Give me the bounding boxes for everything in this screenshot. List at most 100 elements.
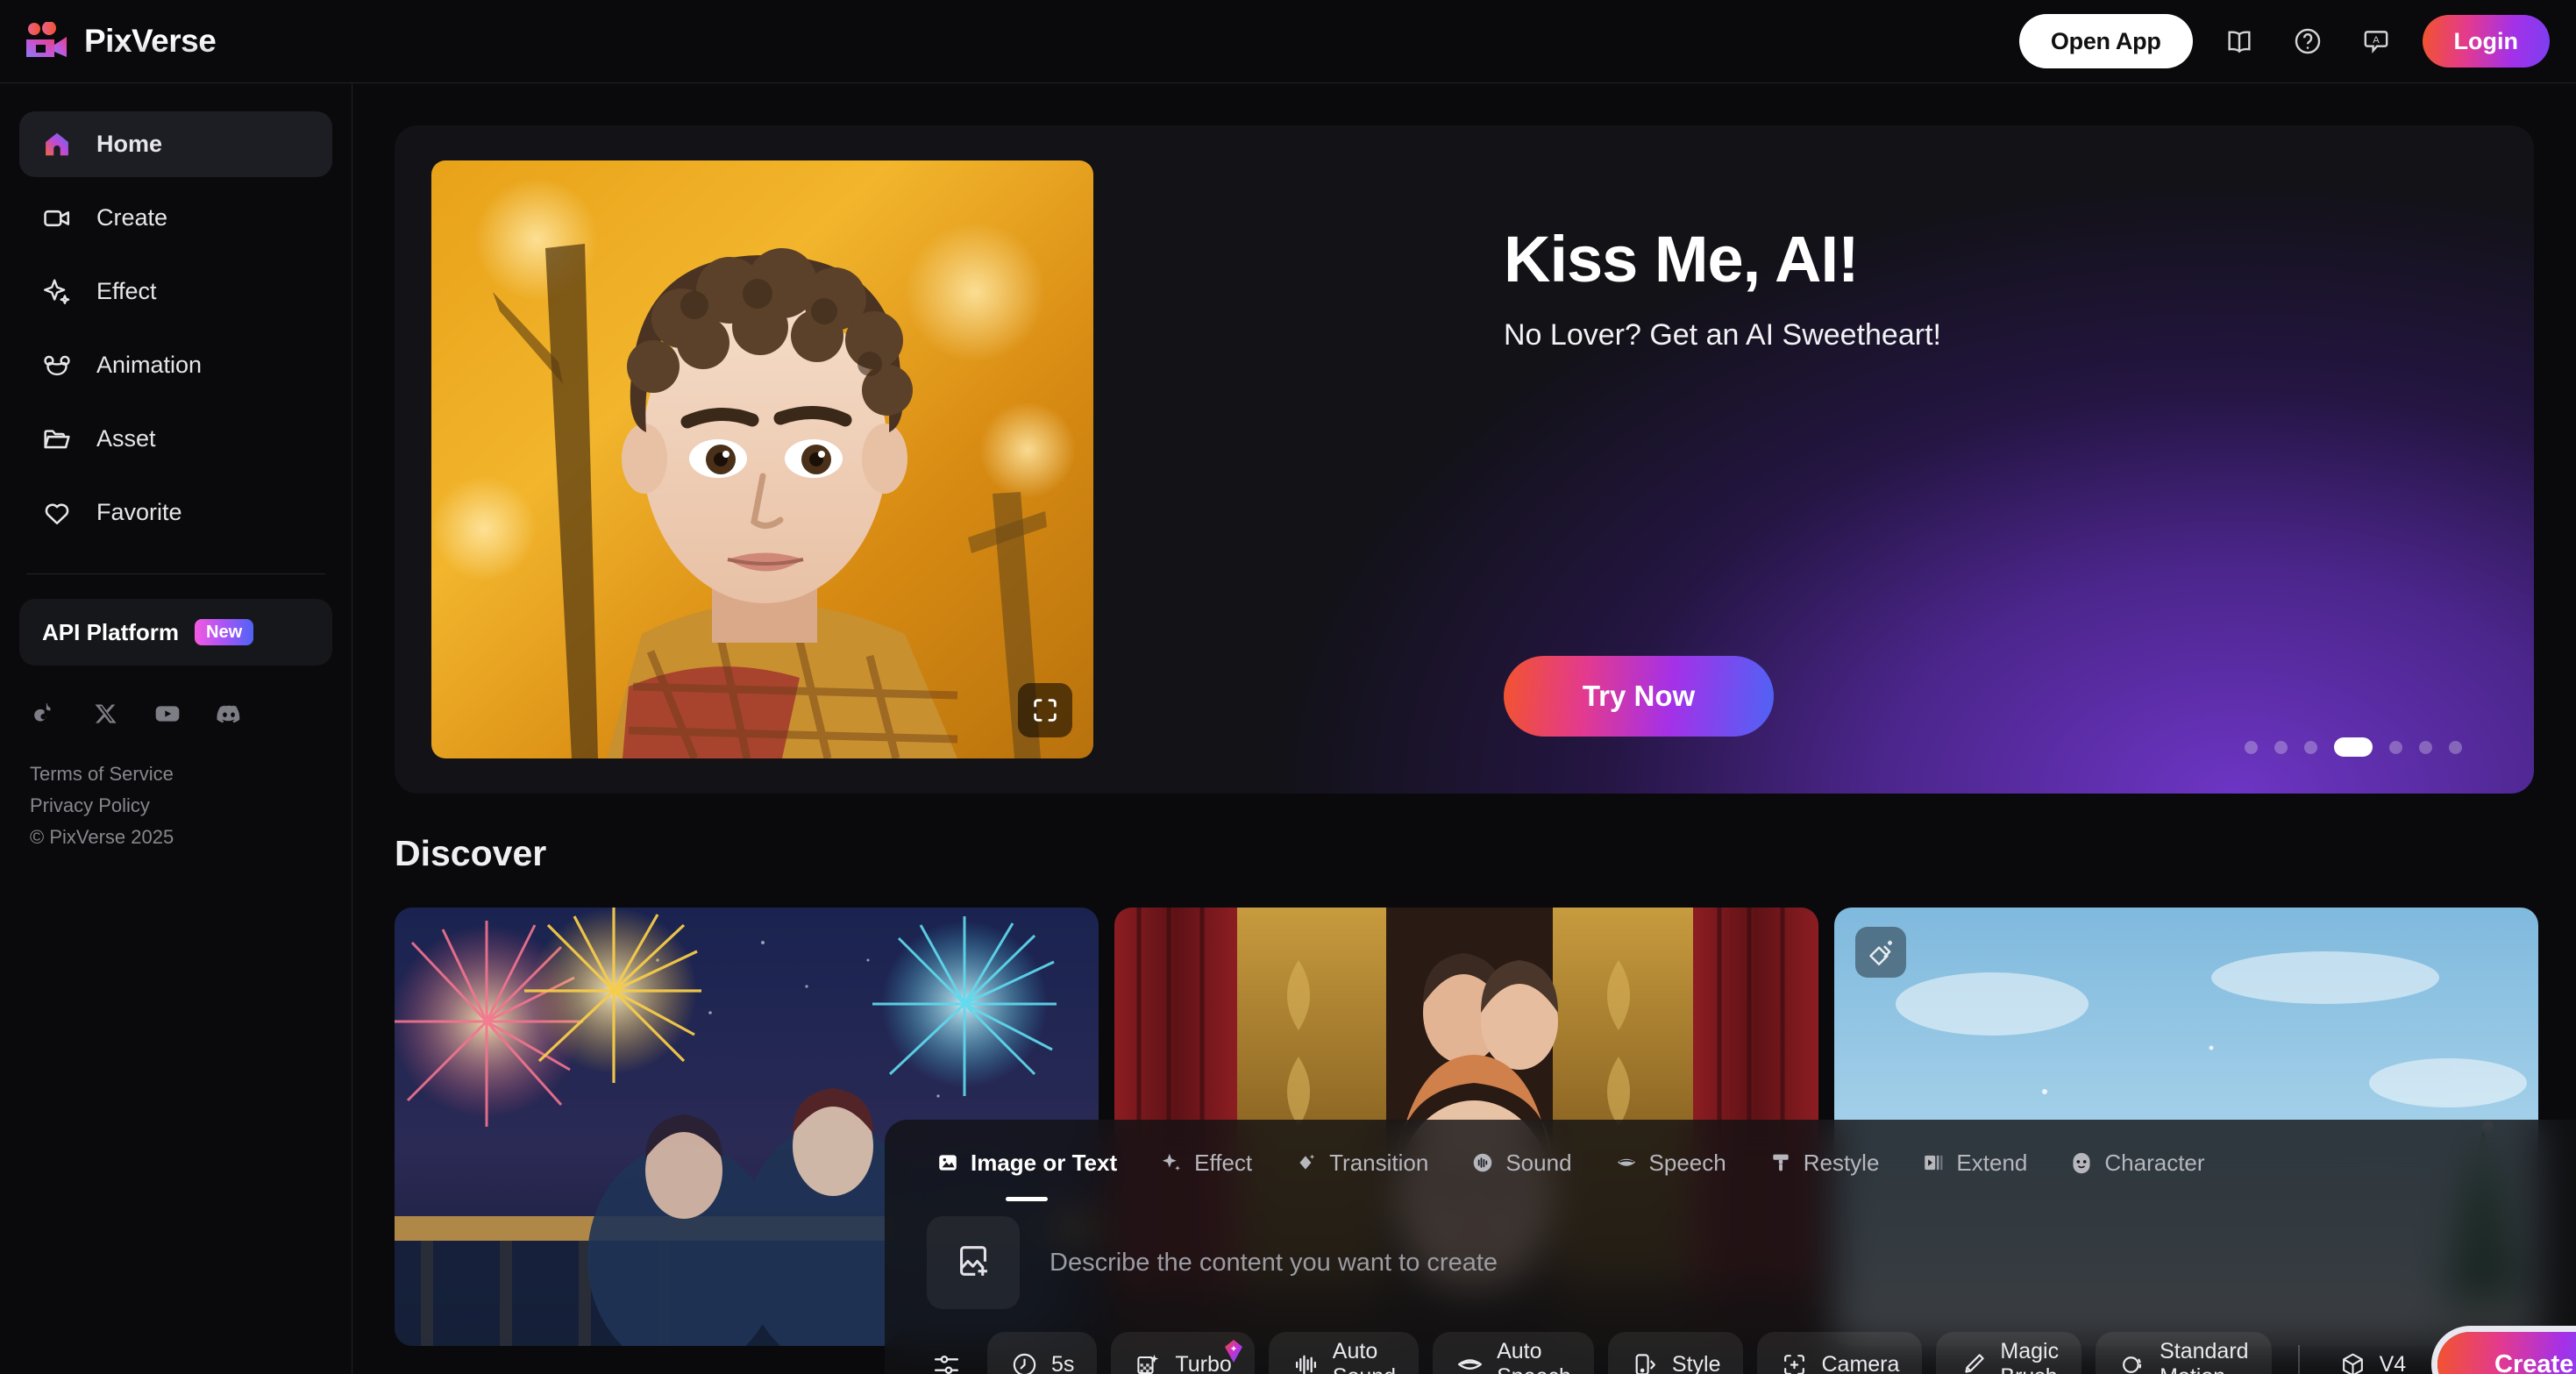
style-icon bbox=[1631, 1350, 1660, 1374]
transition-badge-icon bbox=[1855, 927, 1906, 978]
pixverse-app: PixVerse Open App A Login Home Create Ef… bbox=[0, 0, 2576, 1374]
settings-sliders-icon bbox=[932, 1350, 961, 1374]
carousel-dot[interactable] bbox=[2304, 740, 2317, 754]
x-icon[interactable] bbox=[91, 699, 121, 729]
duration-label: 5s bbox=[1051, 1351, 1075, 1374]
sidebar-item-favorite[interactable]: Favorite bbox=[19, 480, 332, 545]
new-badge: New bbox=[195, 619, 254, 645]
face-icon bbox=[2069, 1150, 2094, 1175]
main-content: Kiss Me, AI! No Lover? Get an AI Sweethe… bbox=[353, 83, 2576, 1374]
tab-character[interactable]: Character bbox=[2048, 1136, 2225, 1190]
create-button[interactable]: Create bbox=[2437, 1332, 2576, 1374]
language-icon[interactable]: A bbox=[2354, 19, 2398, 63]
tab-label: Restyle bbox=[1803, 1149, 1880, 1176]
waveform-circle-icon bbox=[1470, 1150, 1495, 1175]
sidebar-item-asset[interactable]: Asset bbox=[19, 406, 332, 472]
pixverse-logo-icon bbox=[25, 21, 70, 61]
help-icon[interactable] bbox=[2286, 19, 2330, 63]
sidebar-divider bbox=[26, 573, 325, 574]
sidebar-item-label: Effect bbox=[96, 278, 157, 304]
prompt-row bbox=[914, 1216, 2576, 1309]
carousel-dot[interactable] bbox=[2389, 740, 2402, 754]
carousel-dot-active[interactable] bbox=[2334, 737, 2373, 757]
camera-button[interactable]: Camera bbox=[1757, 1332, 1923, 1374]
tab-label: Sound bbox=[1505, 1149, 1572, 1176]
tiktok-icon[interactable] bbox=[30, 699, 60, 729]
tab-image-or-text[interactable]: Image or Text bbox=[914, 1136, 1138, 1190]
sound-wave-icon bbox=[1292, 1350, 1320, 1374]
discord-icon[interactable] bbox=[214, 699, 244, 729]
tab-label: Extend bbox=[1956, 1149, 2028, 1176]
brand-name: PixVerse bbox=[84, 23, 217, 59]
style-button[interactable]: Style bbox=[1607, 1332, 1744, 1374]
login-button[interactable]: Login bbox=[2422, 15, 2550, 68]
header-actions: Open App A Login bbox=[2018, 14, 2550, 68]
add-image-icon bbox=[953, 1241, 993, 1285]
create-toolbar: 5s Turbo Auto Auto Style Camera Magic St… bbox=[914, 1332, 2576, 1374]
camera-label: Camera bbox=[1821, 1351, 1900, 1374]
upload-image-button[interactable] bbox=[927, 1216, 1020, 1309]
sparkle-icon bbox=[1159, 1150, 1184, 1175]
tab-restyle[interactable]: Restyle bbox=[1747, 1136, 1901, 1190]
sidebar-item-effect[interactable]: Effect bbox=[19, 259, 332, 324]
copyright-text: © PixVerse 2025 bbox=[30, 826, 174, 848]
duration-button[interactable]: 5s bbox=[987, 1332, 1098, 1374]
sidebar-item-create[interactable]: Create bbox=[19, 185, 332, 251]
brand[interactable]: PixVerse bbox=[25, 21, 217, 61]
open-app-button[interactable]: Open App bbox=[2018, 14, 2193, 68]
discover-heading: Discover bbox=[395, 833, 547, 873]
carousel-dot[interactable] bbox=[2245, 740, 2258, 754]
tab-transition[interactable]: Transition bbox=[1273, 1136, 1449, 1190]
toolbar-divider bbox=[2297, 1345, 2300, 1374]
tab-extend[interactable]: Extend bbox=[1900, 1136, 2048, 1190]
hero-subtitle: No Lover? Get an AI Sweetheart! bbox=[1504, 318, 1941, 352]
sidebar-item-home[interactable]: Home bbox=[19, 111, 332, 177]
carousel-dot[interactable] bbox=[2274, 740, 2288, 754]
book-icon[interactable] bbox=[2217, 19, 2261, 63]
magic-brush-button[interactable]: MagicBrush bbox=[1936, 1332, 2082, 1374]
tab-effect[interactable]: Effect bbox=[1138, 1136, 1273, 1190]
prompt-input[interactable] bbox=[1050, 1248, 2576, 1278]
sidebar-item-animation[interactable]: Animation bbox=[19, 332, 332, 398]
diamond-icon bbox=[1294, 1150, 1319, 1175]
hero-text: Kiss Me, AI! No Lover? Get an AI Sweethe… bbox=[1504, 222, 1941, 352]
try-now-button[interactable]: Try Now bbox=[1504, 656, 1774, 737]
home-icon bbox=[40, 128, 74, 161]
camera-target-icon bbox=[1780, 1350, 1809, 1374]
tab-label: Image or Text bbox=[971, 1149, 1118, 1176]
tab-label: Character bbox=[2104, 1149, 2205, 1176]
sidebar-item-label: Asset bbox=[96, 425, 156, 452]
heart-icon bbox=[40, 496, 74, 530]
tab-speech[interactable]: Speech bbox=[1593, 1136, 1747, 1190]
privacy-link[interactable]: Privacy Policy bbox=[30, 790, 322, 822]
brush-icon bbox=[1768, 1150, 1793, 1175]
auto-speech-button[interactable]: AutoSpeech bbox=[1433, 1332, 1594, 1374]
turbo-button[interactable]: Turbo bbox=[1111, 1332, 1255, 1374]
api-platform-label: API Platform bbox=[42, 618, 180, 645]
sparkle-icon bbox=[40, 275, 74, 309]
bear-face-icon bbox=[40, 349, 74, 382]
sidebar-item-label: Create bbox=[96, 204, 168, 231]
premium-gem-icon bbox=[1223, 1339, 1244, 1363]
folder-icon bbox=[40, 423, 74, 456]
top-header: PixVerse Open App A Login bbox=[0, 0, 2576, 83]
terms-link[interactable]: Terms of Service bbox=[30, 758, 322, 790]
version-selector[interactable]: V4 bbox=[2326, 1332, 2419, 1374]
clock-icon bbox=[1010, 1350, 1039, 1374]
tab-sound[interactable]: Sound bbox=[1449, 1136, 1592, 1190]
carousel-dot[interactable] bbox=[2419, 740, 2432, 754]
style-label: Style bbox=[1671, 1351, 1721, 1374]
api-platform-button[interactable]: API Platform New bbox=[19, 599, 332, 666]
auto-sound-button[interactable]: AutoSound bbox=[1268, 1332, 1420, 1374]
fullscreen-icon[interactable] bbox=[1018, 683, 1072, 737]
tab-label: Effect bbox=[1194, 1149, 1253, 1176]
turbo-icon bbox=[1134, 1350, 1163, 1374]
carousel-dot[interactable] bbox=[2449, 740, 2462, 754]
youtube-icon[interactable] bbox=[153, 699, 182, 729]
auto-speech-label: AutoSpeech bbox=[1497, 1339, 1571, 1374]
sidebar-item-label: Animation bbox=[96, 352, 203, 378]
extend-icon bbox=[1921, 1150, 1946, 1175]
cube-icon bbox=[2338, 1350, 2367, 1374]
motion-button[interactable]: StandardMotion bbox=[2096, 1332, 2272, 1374]
settings-button[interactable] bbox=[920, 1332, 973, 1374]
